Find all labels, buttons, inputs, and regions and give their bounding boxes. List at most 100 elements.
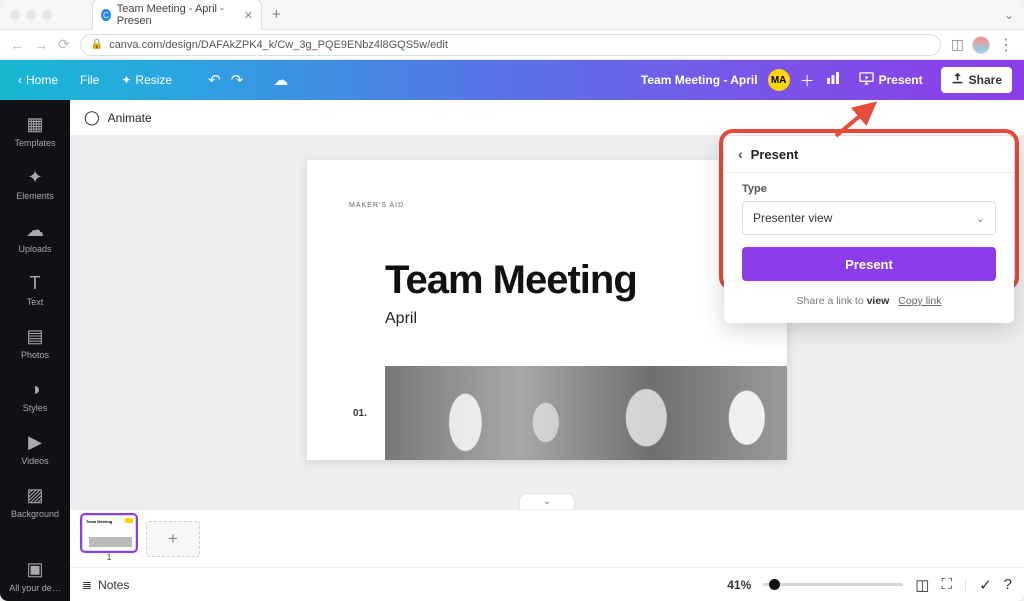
text-icon: T (30, 273, 41, 294)
add-page-button[interactable]: + (146, 521, 200, 557)
page-thumbnails: Team Meeting 1 + (70, 509, 1024, 567)
slide-title[interactable]: Team Meeting (385, 258, 637, 303)
slide-page[interactable]: MAKER'S AID Team Meeting April 01. (307, 160, 787, 460)
rail-templates[interactable]: ▦Templates (0, 106, 70, 156)
document-title[interactable]: Team Meeting - April (641, 73, 758, 87)
present-button[interactable]: Present (851, 66, 931, 94)
resize-icon: ✦ (121, 73, 131, 87)
side-panel: ▦Templates ✦Elements ☁Uploads TText ▤Pho… (0, 100, 70, 601)
home-label: Home (26, 73, 58, 87)
thumbnail-number: 1 (106, 552, 111, 562)
rail-all-designs[interactable]: ▣All your de… (0, 551, 70, 601)
present-icon (859, 71, 874, 89)
undo-icon[interactable]: ↶ (208, 71, 221, 89)
checkmark-icon[interactable]: ✓ (979, 576, 992, 594)
traffic-lights (10, 10, 52, 20)
rail-photos[interactable]: ▤Photos (0, 318, 70, 368)
minimize-window-dot[interactable] (26, 10, 36, 20)
file-menu[interactable]: File (74, 69, 105, 91)
context-toolbar: ◯ Animate (70, 100, 1024, 136)
templates-icon: ▦ (26, 114, 43, 135)
thumbnail-page-1[interactable]: Team Meeting (82, 515, 136, 551)
animate-button[interactable]: Animate (108, 111, 152, 125)
tabs-overflow-icon[interactable]: ⌄ (1004, 8, 1014, 22)
close-window-dot[interactable] (10, 10, 20, 20)
extension-icon[interactable]: ◫ (951, 36, 964, 53)
browser-toolbar: ← → ⟳ 🔒 canva.com/design/DAFAkZPK4_k/Cw_… (0, 30, 1024, 60)
user-avatar-badge[interactable]: MA (768, 69, 790, 91)
popover-footer: Share a link to view Copy link (742, 295, 996, 307)
videos-icon: ▶ (28, 432, 42, 453)
present-start-button[interactable]: Present (742, 247, 996, 281)
canva-favicon-icon: C (101, 9, 111, 21)
rail-styles[interactable]: ◑Styles (0, 371, 70, 421)
share-label: Share (969, 73, 1002, 87)
slide-page-number: 01. (353, 408, 367, 419)
background-icon: ▨ (26, 485, 43, 506)
selected-type: Presenter view (753, 211, 832, 225)
styles-icon: ◑ (30, 379, 41, 400)
share-button[interactable]: Share (941, 67, 1012, 93)
fullscreen-icon[interactable]: ⛶ (941, 576, 952, 593)
present-start-label: Present (845, 257, 893, 272)
page-expand-handle[interactable]: ⌄ (519, 493, 575, 509)
rail-text[interactable]: TText (0, 265, 70, 315)
type-label: Type (742, 183, 996, 195)
slide-image[interactable] (385, 366, 787, 460)
uploads-icon: ☁ (26, 220, 44, 241)
copy-link[interactable]: Copy link (898, 295, 941, 307)
reload-icon[interactable]: ⟳ (58, 36, 70, 53)
slide-subtitle[interactable]: April (385, 310, 417, 328)
photos-icon: ▤ (26, 326, 43, 347)
forward-icon[interactable]: → (34, 37, 48, 53)
maximize-window-dot[interactable] (42, 10, 52, 20)
home-button[interactable]: ‹ Home (12, 69, 64, 91)
new-tab-button[interactable]: + (272, 6, 281, 23)
browser-menu-icon[interactable]: ⋮ (998, 35, 1014, 55)
notes-button[interactable]: ≣ Notes (82, 578, 129, 592)
resize-button[interactable]: ✦ Resize (115, 69, 178, 91)
app-header: ‹ Home File ✦ Resize ↶ ↷ ☁ Team Meeting … (0, 60, 1024, 100)
popover-title: Present (751, 147, 799, 162)
presentation-type-select[interactable]: Presenter view ⌄ (742, 201, 996, 235)
chevron-down-icon: ⌄ (976, 212, 985, 225)
profile-avatar-icon[interactable] (972, 36, 990, 54)
browser-tab[interactable]: C Team Meeting - April - Presen ✕ (92, 0, 262, 30)
back-icon[interactable]: ← (10, 37, 24, 53)
help-icon[interactable]: ? (1004, 576, 1012, 593)
rail-elements[interactable]: ✦Elements (0, 159, 70, 209)
zoom-knob[interactable] (769, 579, 780, 590)
rail-uploads[interactable]: ☁Uploads (0, 212, 70, 262)
animate-icon: ◯ (84, 109, 100, 126)
add-collaborator-icon[interactable]: ＋ (800, 70, 815, 91)
thumbnail-image-strip (89, 537, 132, 547)
present-label: Present (879, 73, 923, 87)
thumbnail-badge (125, 518, 133, 523)
slide-eyebrow: MAKER'S AID (349, 202, 404, 209)
url-text: canva.com/design/DAFAkZPK4_k/Cw_3g_PQE9E… (109, 39, 448, 51)
insights-icon[interactable] (825, 70, 841, 90)
elements-icon: ✦ (27, 167, 42, 188)
window-titlebar: C Team Meeting - April - Presen ✕ + ⌄ (0, 0, 1024, 30)
zoom-slider[interactable] (763, 583, 903, 586)
chevron-left-icon: ‹ (18, 73, 22, 87)
rail-background[interactable]: ▨Background (0, 477, 70, 527)
zoom-value: 41% (727, 578, 751, 592)
resize-label: Resize (135, 73, 172, 87)
notes-icon: ≣ (82, 578, 92, 592)
apps-icon: ▣ (26, 559, 43, 580)
redo-icon[interactable]: ↷ (231, 71, 244, 89)
grid-view-icon[interactable]: ◫ (915, 576, 929, 594)
tab-close-icon[interactable]: ✕ (244, 9, 253, 22)
present-popover: ‹ Present Type Presenter view ⌄ Present … (724, 136, 1014, 323)
file-label: File (80, 73, 99, 87)
address-bar[interactable]: 🔒 canva.com/design/DAFAkZPK4_k/Cw_3g_PQE… (80, 34, 941, 56)
lock-icon: 🔒 (91, 39, 103, 50)
tab-title: Team Meeting - April - Presen (117, 3, 234, 27)
cloud-sync-icon[interactable]: ☁ (273, 71, 288, 89)
notes-label: Notes (98, 578, 129, 592)
rail-videos[interactable]: ▶Videos (0, 424, 70, 474)
user-initials: MA (771, 75, 787, 86)
share-icon (951, 72, 964, 88)
popover-back-icon[interactable]: ‹ (738, 146, 743, 162)
